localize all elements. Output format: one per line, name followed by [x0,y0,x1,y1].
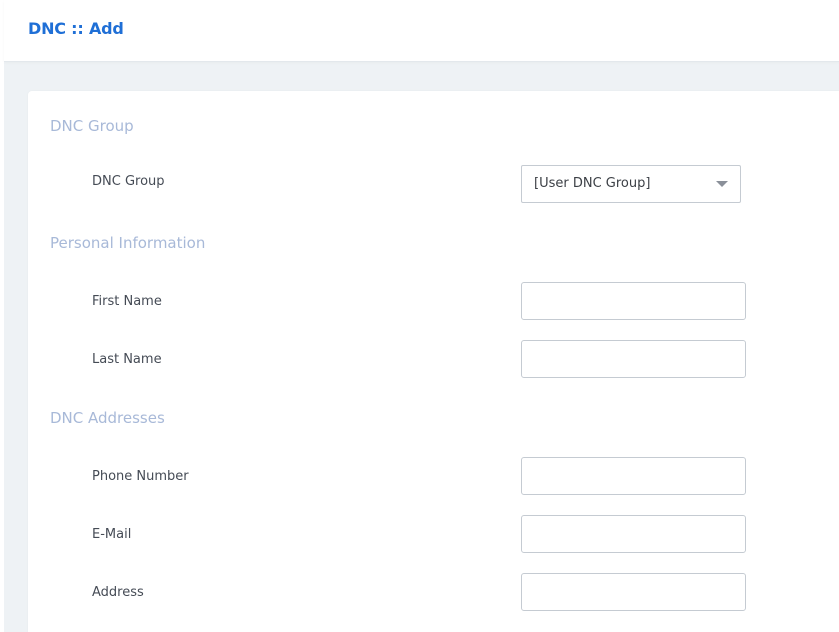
address-field[interactable] [521,573,746,611]
dnc-group-label: DNC Group [92,174,165,189]
left-strip [0,0,4,632]
page: DNC :: Add DNC Group DNC Group [User DNC… [0,0,839,632]
section-heading-dnc-group: DNC Group [50,117,134,135]
page-title: DNC :: Add [28,19,124,38]
section-heading-personal-information: Personal Information [50,234,206,252]
first-name-field[interactable] [521,282,746,320]
phone-number-field[interactable] [521,457,746,495]
last-name-field[interactable] [521,340,746,378]
first-name-label: First Name [92,294,162,309]
phone-number-label: Phone Number [92,469,189,484]
last-name-label: Last Name [92,352,162,367]
email-label: E-Mail [92,527,132,542]
dnc-group-select[interactable]: [User DNC Group] [521,165,741,203]
section-heading-dnc-addresses: DNC Addresses [50,409,165,427]
address-label: Address [92,585,144,600]
page-header: DNC :: Add [4,0,839,62]
chevron-down-icon [716,181,728,187]
dnc-group-selected-value: [User DNC Group] [534,176,651,191]
email-field[interactable] [521,515,746,553]
form-card: DNC Group DNC Group [User DNC Group] Per… [28,91,839,632]
